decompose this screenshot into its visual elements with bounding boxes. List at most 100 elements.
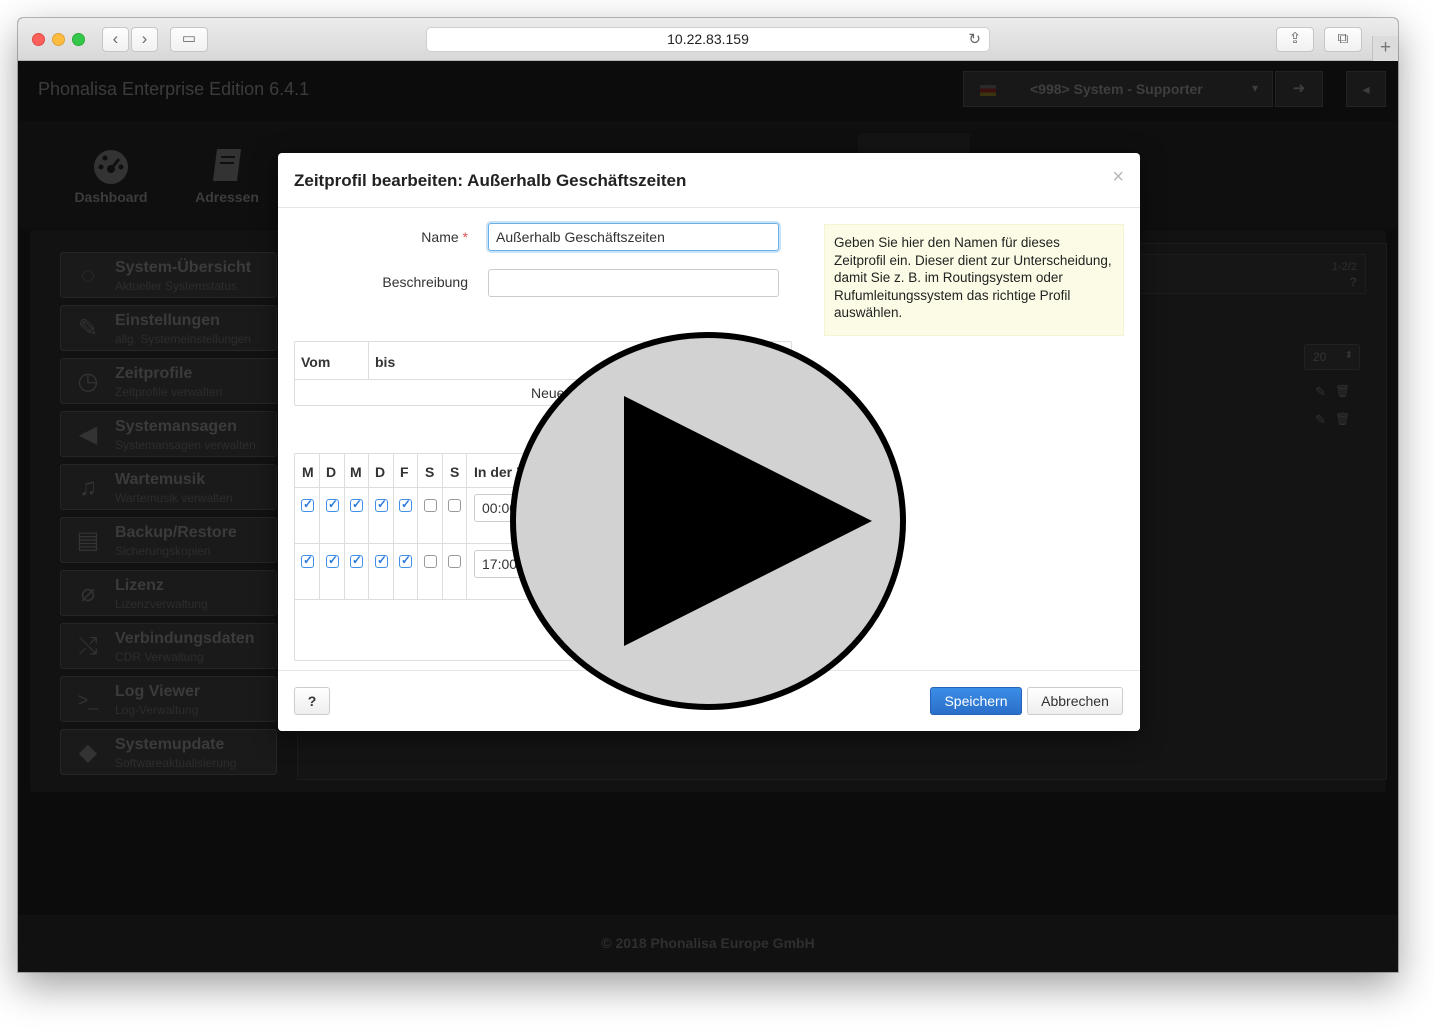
forward-button[interactable]: › (131, 27, 158, 52)
nav-dashboard[interactable]: Dashboard (74, 145, 148, 205)
column-header-friday: F (400, 464, 409, 480)
flag-germany-icon (980, 85, 996, 96)
sidebar-toggle-button[interactable]: ▭ (170, 27, 208, 52)
minimize-window-button[interactable] (52, 33, 65, 46)
table-divider (417, 454, 418, 599)
shuffle-icon: ⤭ (78, 633, 98, 660)
checkbox-monday[interactable] (301, 553, 314, 568)
tag-icon: ◆ (78, 739, 98, 766)
sidebar-item-title: Einstellungen (115, 312, 220, 329)
table-divider (368, 454, 369, 599)
app-title: Phonalisa Enterprise Edition 6.4.1 (38, 79, 310, 99)
save-button[interactable]: Speichern (930, 687, 1022, 715)
checkbox-sunday[interactable] (448, 555, 461, 568)
edit-icon[interactable]: ✎ (1315, 384, 1326, 400)
checkbox-saturday[interactable] (424, 555, 437, 568)
checkbox-friday[interactable] (399, 497, 412, 512)
browser-titlebar: ‹ › ▭ 10.22.83.159 ↻ ⇪ ⧉ + (18, 18, 1398, 61)
sidebar-item-systemansagen[interactable]: ◀ Systemansagen Systemansagen verwalten (60, 411, 277, 457)
url-text: 10.22.83.159 (667, 31, 749, 47)
user-selector[interactable]: <998> System - Supporter ▾ (963, 71, 1273, 107)
column-header-sunday: S (450, 464, 460, 480)
address-bar[interactable]: 10.22.83.159 ↻ (426, 27, 990, 52)
back-button[interactable]: ‹ (102, 27, 129, 52)
table-divider (368, 342, 369, 379)
sidebar-item-zeitprofile[interactable]: ◷ Zeitprofile Zeitprofile verwalten (60, 358, 300, 404)
sidebar-item-title: Systemupdate (115, 736, 225, 753)
sidebar-item-systemupdate[interactable]: ◆ Systemupdate Softwareaktualisierung (60, 729, 277, 775)
sidebar-item-subtitle: Log-Verwaltung (115, 703, 199, 717)
sidebar-item-subtitle: Zeitprofile verwalten (115, 385, 223, 399)
close-icon[interactable]: × (1112, 166, 1124, 189)
name-label-text: Name (421, 229, 459, 245)
table-divider (319, 454, 320, 599)
sidebar-item-verbindungsdaten[interactable]: ⤭ Verbindungsdaten CDR Verwaltung (60, 623, 277, 669)
checkbox-tuesday[interactable] (326, 497, 339, 512)
chevron-left-icon: ‹ (112, 29, 119, 48)
checkbox-monday[interactable] (301, 497, 314, 512)
sidebar-item-backup-restore[interactable]: ▤ Backup/Restore Sicherungskopien (60, 517, 277, 563)
column-header-thursday: D (375, 464, 386, 480)
share-button[interactable]: ⇪ (1276, 27, 1314, 52)
new-tab-button[interactable]: + (1372, 36, 1398, 61)
checkbox-thursday[interactable] (375, 553, 388, 568)
required-marker: * (462, 229, 468, 245)
delete-icon[interactable]: 🗑 (1335, 412, 1350, 426)
sidebar-item-lizenz[interactable]: ⌀ Lizenz Lizenzverwaltung (60, 570, 277, 616)
logout-button[interactable]: ➜ (1275, 71, 1323, 107)
select-arrows-icon: ⬍ (1344, 350, 1353, 361)
clock-icon: ◷ (77, 368, 99, 395)
table-divider (393, 454, 394, 599)
checkbox-sunday[interactable] (448, 499, 461, 512)
checkbox-wednesday[interactable] (350, 497, 363, 512)
checkbox-friday[interactable] (399, 553, 412, 568)
checkbox-tuesday[interactable] (326, 553, 339, 568)
zoom-window-button[interactable] (72, 33, 85, 46)
chevron-right-icon: › (141, 29, 148, 48)
cancel-button[interactable]: Abbrechen (1027, 687, 1123, 715)
sidebar-item-title: System-Übersicht (115, 259, 252, 276)
nav-adressen[interactable]: Adressen (190, 145, 264, 205)
checkbox-wednesday[interactable] (350, 553, 363, 568)
sidebar-item-title: Lizenz (115, 577, 164, 594)
sidebar-item-einstellungen[interactable]: ✎ Einstellungen allg. Systemeinstellungen (60, 305, 277, 351)
sidebar-item-title: Systemansagen (115, 418, 237, 435)
name-hint-box: Geben Sie hier den Namen für dieses Zeit… (824, 224, 1124, 336)
reload-icon[interactable]: ↻ (968, 28, 981, 51)
description-input[interactable] (488, 269, 779, 297)
table-divider (442, 454, 443, 599)
sidebar-item-title: Zeitprofile (115, 365, 193, 382)
sidebar-item-subtitle: CDR Verwaltung (115, 650, 204, 664)
address-book-icon (213, 149, 241, 181)
plus-icon: + (1379, 37, 1392, 58)
pager-box: 1-2/2 ? (1134, 254, 1366, 294)
play-icon[interactable] (510, 332, 906, 710)
checkbox-saturday[interactable] (424, 499, 437, 512)
sidebar-icon: ▭ (181, 30, 197, 47)
dialog-header: Zeitprofil bearbeiten: Außerhalb Geschäf… (278, 153, 1140, 208)
tabs-overview-button[interactable]: ⧉ (1324, 27, 1362, 52)
sidebar-item-wartemusik[interactable]: ♫ Wartemusik Wartemusik verwalten (60, 464, 277, 510)
sidebar-item-title: Backup/Restore (115, 524, 237, 541)
collapse-button[interactable]: ◂ (1346, 71, 1386, 107)
page-size-select[interactable]: 20 ⬍ (1304, 344, 1360, 370)
help-circle-icon[interactable]: ? (1350, 275, 1357, 289)
name-input[interactable] (488, 223, 779, 251)
sidebar-item-log-viewer[interactable]: >_ Log Viewer Log-Verwaltung (60, 676, 277, 722)
help-button[interactable]: ? (294, 687, 330, 715)
chevron-down-icon: ▾ (1251, 81, 1258, 95)
sidebar-item-subtitle: Wartemusik verwalten (115, 491, 233, 505)
archive-icon: ▤ (76, 527, 100, 554)
sidebar-item-system-uebersicht[interactable]: ◌ System-Übersicht Aktueller Systemstatus (60, 252, 277, 298)
close-window-button[interactable] (32, 33, 45, 46)
table-divider (344, 454, 345, 599)
pager-text: 1-2/2 (1331, 261, 1357, 273)
paperclip-icon: ⌀ (80, 580, 96, 607)
delete-icon[interactable]: 🗑 (1335, 384, 1350, 398)
description-label: Beschreibung (382, 274, 468, 290)
edit-icon[interactable]: ✎ (1315, 412, 1326, 428)
checkbox-thursday[interactable] (375, 497, 388, 512)
dashboard-icon (94, 150, 128, 184)
caret-left-icon: ◂ (1362, 81, 1370, 97)
page-size-value: 20 (1313, 350, 1327, 364)
